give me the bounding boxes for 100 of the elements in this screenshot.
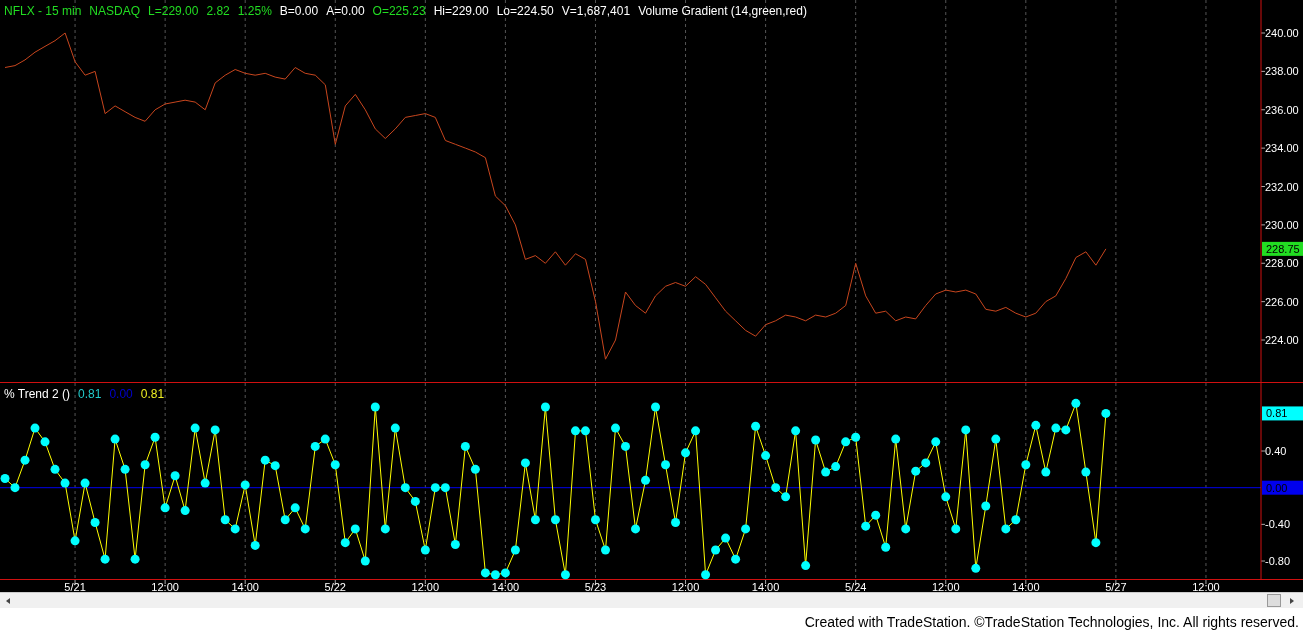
trend-point	[1061, 425, 1071, 435]
axis-label: 230.00	[1265, 218, 1299, 231]
trend-point	[520, 458, 530, 468]
time-axis-label: 12:00	[151, 581, 179, 592]
trend-point	[661, 460, 671, 470]
trend-point	[300, 524, 310, 534]
axis-label: 228.00	[1265, 257, 1299, 270]
trend-point	[781, 492, 791, 502]
trend-point	[250, 540, 260, 550]
chart-title: % Trend 2 ()	[4, 386, 71, 403]
trend-point	[170, 471, 180, 481]
trend-point	[420, 545, 430, 555]
axis-label: 234.00	[1265, 142, 1299, 155]
trend-point	[550, 515, 560, 525]
time-axis-label: 12:00	[1192, 581, 1220, 592]
scrollbar[interactable]	[0, 592, 1303, 608]
trend-point	[330, 460, 340, 470]
trend-point	[200, 478, 210, 488]
trend-point	[150, 432, 160, 442]
time-axis-label: 14:00	[231, 581, 259, 592]
chart-value-text: L=229.00	[148, 3, 199, 20]
trend-point	[360, 556, 370, 566]
axis-label: -0.40	[1265, 518, 1291, 531]
trend-point	[961, 425, 971, 435]
time-axis-label: 14:00	[1012, 581, 1040, 592]
trend-point	[621, 441, 630, 451]
trend-point	[10, 483, 20, 493]
axis-label: 226.00	[1265, 295, 1299, 308]
trend-point	[791, 426, 801, 436]
trend-point	[821, 467, 831, 477]
trend-point	[731, 554, 741, 564]
trend-point	[60, 478, 70, 488]
trend-point	[911, 466, 921, 476]
trend-point	[510, 545, 520, 555]
trend-point	[841, 437, 851, 447]
time-axis-label: 5/24	[844, 581, 867, 592]
trend-point	[340, 538, 350, 548]
scroll-thumb[interactable]	[1267, 594, 1281, 607]
trend-point	[801, 561, 811, 571]
trend-point	[590, 515, 600, 525]
chart-value-text: 2.82	[206, 3, 230, 20]
time-axis-label: 5/27	[1105, 581, 1127, 592]
trend-point	[851, 432, 861, 442]
trend-point	[861, 521, 871, 531]
trend-point	[601, 545, 610, 555]
trend-point	[901, 524, 911, 534]
trend-point	[651, 402, 660, 412]
last-value-marker: 0.81	[1262, 406, 1303, 421]
trend-point	[721, 533, 731, 543]
trend-point	[310, 441, 320, 451]
trend-point	[921, 458, 931, 468]
trend-point	[470, 464, 480, 474]
trend-point	[560, 570, 570, 580]
trend-point	[40, 437, 50, 447]
time-axis-label: 14:00	[751, 581, 780, 592]
trend-point	[1091, 538, 1101, 548]
trend-point	[20, 455, 30, 465]
axis-label: 236.00	[1265, 103, 1299, 116]
trend-point	[1071, 398, 1081, 408]
chart-value-text: Lo=224.50	[496, 3, 554, 20]
axis-label: 0.40	[1265, 445, 1287, 457]
chart-value-text: V=1,687,401	[561, 3, 631, 20]
trend-point	[831, 462, 841, 472]
trend-point	[991, 434, 1001, 444]
chart-value-text: 0.00	[109, 386, 133, 403]
trend-point	[240, 480, 250, 490]
trend-point	[1001, 524, 1011, 534]
trend-point	[390, 423, 400, 433]
chart-value-text: O=225.23	[372, 3, 426, 20]
trend-point	[500, 568, 510, 578]
trend-point	[761, 451, 771, 461]
trend-point	[1101, 408, 1111, 418]
trend-point	[450, 540, 460, 549]
trend-point	[190, 423, 200, 433]
trend-point	[160, 503, 170, 513]
trend-point	[931, 437, 941, 447]
trend-point	[871, 510, 881, 520]
trend-point	[120, 464, 130, 474]
time-axis-label: 5/21	[64, 581, 86, 592]
axis-label: -0.80	[1265, 555, 1291, 567]
trend-point	[490, 570, 500, 580]
trend-point	[80, 478, 90, 488]
chart-value-text: 0.81	[78, 386, 102, 403]
chart-value-text: B=0.00	[279, 3, 319, 20]
trend-point	[130, 554, 140, 564]
trend-point	[400, 483, 410, 493]
trend-point	[180, 506, 190, 516]
y-tick-label: 0.00	[1266, 481, 1288, 494]
trend-point	[881, 542, 891, 552]
trend-point	[981, 501, 991, 511]
trend-point	[1031, 420, 1041, 430]
trend-point	[811, 435, 821, 445]
axis-label: 232.00	[1265, 180, 1299, 193]
chart-value-text: A=0.00	[326, 3, 365, 20]
trend-point	[681, 448, 691, 458]
trend-point	[711, 545, 721, 555]
trend-point	[430, 483, 440, 493]
axis-label: 238.00	[1265, 65, 1299, 78]
trend-point	[1041, 467, 1051, 477]
trend-point	[30, 423, 40, 433]
